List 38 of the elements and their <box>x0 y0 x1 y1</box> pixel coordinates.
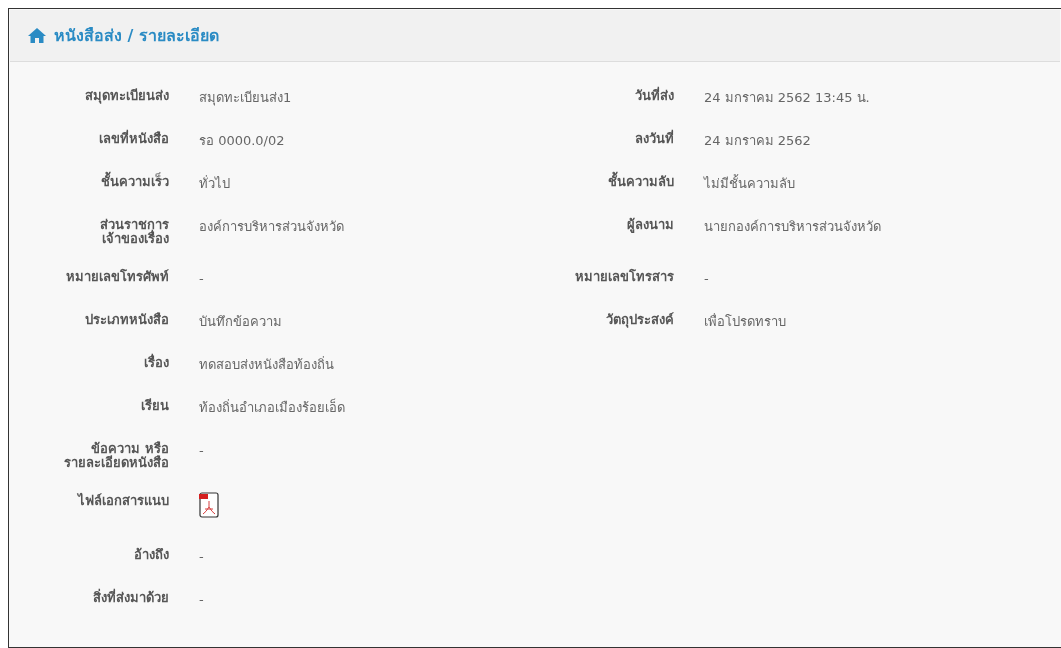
field-value: 24 มกราคม 2562 13:45 น. <box>704 89 870 107</box>
field-value: 24 มกราคม 2562 <box>704 132 811 150</box>
field-label: หมายเลขโทรศัพท์ <box>65 268 169 284</box>
field-value: เพื่อโปรดทราบ <box>704 312 786 331</box>
panel-title: หนังสือส่ง / รายละเอียด <box>54 24 219 47</box>
pdf-file-icon[interactable] <box>199 492 219 518</box>
field-label: เรื่อง <box>143 354 169 370</box>
field-value: รอ 0000.0/02 <box>199 132 285 150</box>
field-value: บันทึกข้อความ <box>199 313 282 331</box>
field-label: ไฟล์เอกสารแนบ <box>76 492 169 508</box>
field-value: - <box>199 591 204 609</box>
field-label: วัตถุประสงค์ <box>605 311 674 327</box>
field-value: ไม่มีชั้นความลับ <box>704 173 795 193</box>
field-label: ข้อความ หรือ รายละเอียดหนังสือ <box>63 440 169 470</box>
field-label: สมุดทะเบียนส่ง <box>84 87 169 103</box>
field-label: หมายเลขโทรสาร <box>574 268 674 284</box>
field-label: ชั้นความลับ <box>514 173 674 189</box>
field-label: ผู้ลงนาม <box>626 216 674 232</box>
home-icon <box>28 28 46 43</box>
field-label: เลขที่หนังสือ <box>98 130 169 146</box>
field-value: - <box>199 442 204 460</box>
field-label: อ้างถึง <box>133 546 169 562</box>
field-value: - <box>199 270 204 288</box>
field-value: องค์การบริหารส่วนจังหวัด <box>199 218 344 236</box>
field-label: ชั้นความเร็ว <box>9 173 169 189</box>
field-label: สิ่งที่ส่งมาด้วย <box>92 589 169 605</box>
field-value: - <box>704 270 709 288</box>
field-value: นายกองค์การบริหารส่วนจังหวัด <box>704 218 881 236</box>
field-label: วันที่ส่ง <box>634 87 674 103</box>
field-value: ทั่วไป <box>199 174 230 193</box>
field-label: เรียน <box>140 397 169 413</box>
field-label: ลงวันที่ <box>634 130 674 146</box>
field-label: ส่วนราชการ เจ้าของเรื่อง <box>99 216 169 246</box>
field-value: - <box>199 548 204 566</box>
field-value: ทดสอบส่งหนังสือท้องถิ่น <box>199 355 334 374</box>
field-value: ท้องถิ่นอำเภอเมืองร้อยเอ็ด <box>199 397 345 417</box>
field-label: ประเภทหนังสือ <box>84 311 169 327</box>
field-value: สมุดทะเบียนส่ง1 <box>199 89 292 108</box>
